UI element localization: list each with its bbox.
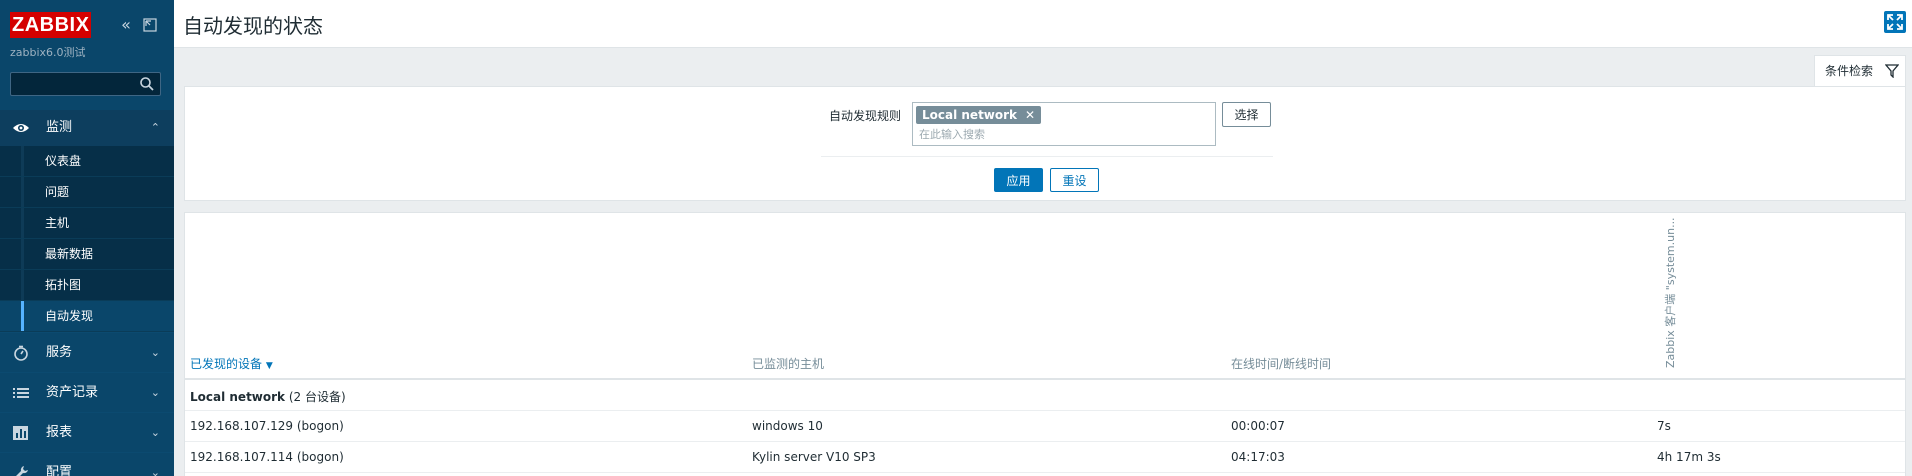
group-name-cell: Local network (2 台设备) xyxy=(190,388,346,405)
menu-monitoring-label: 监测 xyxy=(46,120,73,135)
fullscreen-button[interactable] xyxy=(1884,11,1906,33)
submenu-discovery[interactable]: 自动发现 xyxy=(0,301,174,332)
eye-icon xyxy=(13,124,29,132)
selected-rule-tag: Local network ✕ xyxy=(916,106,1042,124)
page-title: 自动发现的状态 xyxy=(183,14,323,38)
column-header-host: 已监测的主机 xyxy=(752,357,825,371)
apply-button[interactable]: 应用 xyxy=(994,168,1043,192)
submenu-dashboards[interactable]: 仪表盘 xyxy=(0,146,174,177)
page-header: 自动发现的状态 xyxy=(174,0,1912,48)
filter-icon xyxy=(1885,64,1899,78)
chevron-up-icon: ⌃ xyxy=(150,121,160,134)
remove-tag-icon[interactable]: ✕ xyxy=(1025,108,1035,122)
selected-rule-tag-label: Local network xyxy=(922,108,1018,122)
reset-button[interactable]: 重设 xyxy=(1050,168,1099,192)
chevron-down-icon: ⌄ xyxy=(150,426,160,439)
device-cell: 192.168.107.114 (bogon) xyxy=(190,450,344,464)
stopwatch-icon xyxy=(14,345,28,361)
main-menu: 监测 ⌃ 仪表盘 问题 主机 最新数据 拓扑图 自动发现 服务 ⌄ 资产记录 ⌄… xyxy=(0,110,174,476)
column-header-device[interactable]: 已发现的设备 ▼ xyxy=(190,355,273,372)
bar-chart-icon xyxy=(13,426,28,440)
filter-divider xyxy=(821,156,1273,157)
group-count: (2 台设备) xyxy=(288,390,346,404)
menu-configuration[interactable]: 配置 ⌄ xyxy=(0,452,174,476)
device-cell: 192.168.107.129 (bogon) xyxy=(190,419,344,433)
rule-search-input[interactable] xyxy=(919,126,1209,142)
discovery-rule-label: 自动发现规则 xyxy=(829,109,902,123)
fullscreen-icon xyxy=(1887,14,1903,30)
sidebar-search-input[interactable] xyxy=(11,73,136,95)
discovery-status-table: 已发现的设备 ▼ 已监测的主机 在线时间/断线时间 Zabbix 客户端 "sy… xyxy=(184,212,1906,476)
host-cell: windows 10 xyxy=(752,419,823,433)
collapse-sidebar-icon[interactable]: « xyxy=(116,15,136,35)
check-cell: 7s xyxy=(1657,419,1671,433)
menu-inventory[interactable]: 资产记录 ⌄ xyxy=(0,372,174,412)
search-icon[interactable] xyxy=(139,76,155,92)
submenu-problems[interactable]: 问题 xyxy=(0,177,174,208)
discovery-rule-multiselect[interactable]: Local network ✕ xyxy=(912,102,1216,146)
column-check-label: Zabbix 客户端 "system.un... xyxy=(1664,217,1677,368)
column-header-uptime: 在线时间/断线时间 xyxy=(1231,357,1332,371)
server-name: zabbix6.0测试 xyxy=(10,46,86,59)
filter-tab-label: 条件检索 xyxy=(1825,64,1874,78)
host-cell: Kylin server V10 SP3 xyxy=(752,450,876,464)
table-group-row: Local network (2 台设备) xyxy=(185,380,1905,411)
check-cell: 4h 17m 3s xyxy=(1657,450,1721,464)
sort-desc-icon: ▼ xyxy=(265,361,273,371)
logo-row: ZABBIX « xyxy=(10,12,170,38)
group-name: Local network xyxy=(190,390,286,404)
menu-configuration-label: 配置 xyxy=(46,465,73,476)
menu-services-label: 服务 xyxy=(46,345,73,360)
kiosk-mode-icon[interactable] xyxy=(140,15,160,35)
zabbix-logo[interactable]: ZABBIX xyxy=(10,12,92,38)
select-button[interactable]: 选择 xyxy=(1222,102,1271,127)
table-row: 192.168.107.129 (bogon) windows 10 00:00… xyxy=(185,411,1905,442)
filter-tab[interactable]: 条件检索 xyxy=(1814,55,1906,87)
submenu-latest-data[interactable]: 最新数据 xyxy=(0,239,174,270)
chevron-down-icon: ⌄ xyxy=(150,386,160,399)
wrench-icon xyxy=(16,466,28,476)
column-header-check: Zabbix 客户端 "system.un... xyxy=(1663,217,1677,371)
menu-monitoring[interactable]: 监测 ⌃ xyxy=(0,110,174,146)
column-device-label: 已发现的设备 xyxy=(190,357,263,371)
sidebar: ZABBIX « zabbix6.0测试 监测 ⌃ 仪表盘 问题 主机 最新数据… xyxy=(0,0,174,476)
menu-services[interactable]: 服务 ⌄ xyxy=(0,332,174,372)
uptime-cell: 04:17:03 xyxy=(1231,450,1285,464)
uptime-cell: 00:00:07 xyxy=(1231,419,1285,433)
chevron-down-icon: ⌄ xyxy=(150,346,160,359)
menu-inventory-label: 资产记录 xyxy=(46,385,99,400)
menu-reports[interactable]: 报表 ⌄ xyxy=(0,412,174,452)
submenu-maps[interactable]: 拓扑图 xyxy=(0,270,174,301)
submenu-hosts[interactable]: 主机 xyxy=(0,208,174,239)
sidebar-search xyxy=(10,72,161,96)
menu-reports-label: 报表 xyxy=(46,425,73,440)
list-icon xyxy=(13,388,29,398)
table-row: 192.168.107.114 (bogon) Kylin server V10… xyxy=(185,442,1905,473)
monitoring-submenu: 仪表盘 问题 主机 最新数据 拓扑图 自动发现 xyxy=(0,146,174,332)
filter-panel: 自动发现规则 Local network ✕ 选择 应用 重设 xyxy=(184,86,1906,201)
chevron-down-icon: ⌄ xyxy=(150,466,160,476)
